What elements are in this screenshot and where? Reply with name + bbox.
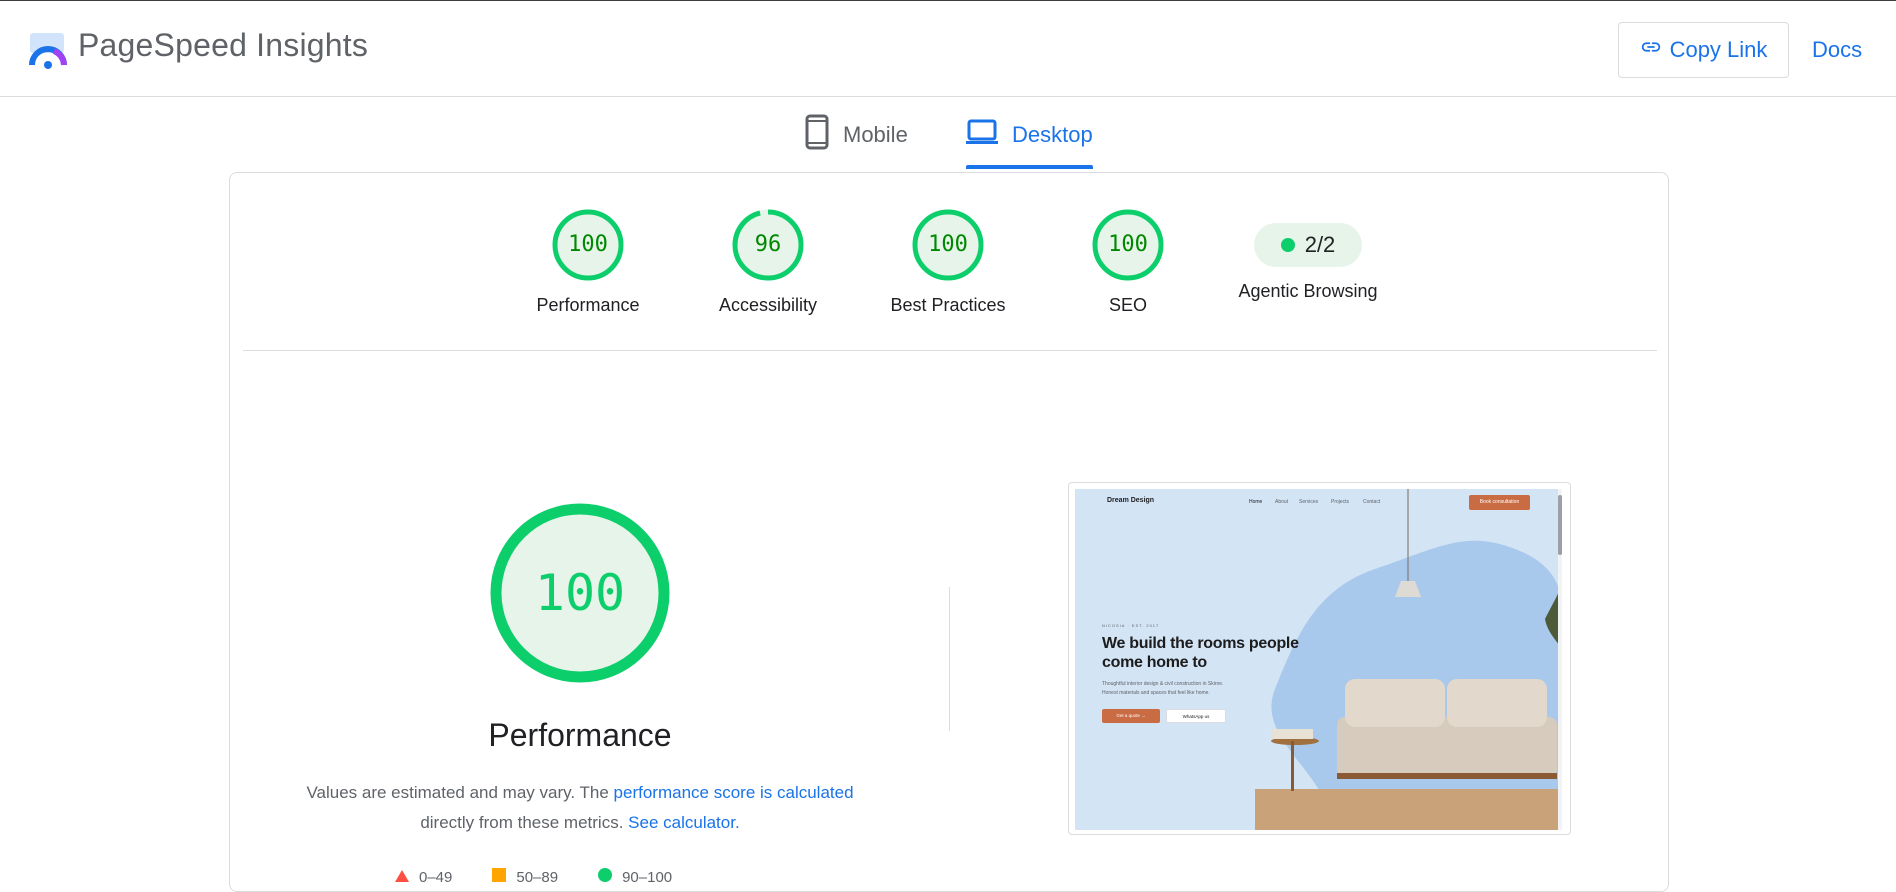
preview-scrollbar: [1558, 489, 1562, 830]
gauge-accessibility-label: Accessibility: [718, 295, 818, 315]
score-summary: 100 Performance 96 Accessibility 100 Bes…: [230, 173, 1670, 351]
app-title[interactable]: PageSpeed Insights: [78, 27, 368, 64]
preview-brand: Dream Design: [1107, 497, 1155, 504]
gauge-accessibility-value: 96: [754, 232, 782, 257]
preview-cta-button: Book consultation: [1469, 495, 1530, 510]
gauge-performance[interactable]: 100 Performance: [498, 209, 678, 316]
top-bar: PageSpeed Insights Copy Link Docs: [0, 1, 1896, 97]
agentic-label: Agentic Browsing: [1238, 281, 1378, 301]
legend-average: 50–89: [492, 868, 558, 886]
agentic-pill: 2/2: [1254, 223, 1362, 267]
legend-pass: 90–100: [598, 868, 672, 886]
preview-whatsapp-button: WhatsApp us: [1166, 709, 1226, 723]
preview-quote-button: Get a quote →: [1102, 709, 1160, 723]
gauge-agentic-browsing[interactable]: 2/2 Agentic Browsing: [1218, 209, 1398, 302]
performance-gauge-large: 100: [488, 501, 672, 685]
performance-score: 100: [534, 564, 626, 622]
preview-nav-about: About: [1275, 499, 1289, 505]
preview-headline: We build the rooms people come home to: [1102, 635, 1299, 671]
preview-nav-contact: Contact: [1363, 499, 1381, 505]
tab-desktop-label: Desktop: [1012, 122, 1093, 147]
gauge-best-practices-value: 100: [928, 232, 968, 257]
triangle-icon: [395, 869, 409, 886]
copy-link-button[interactable]: Copy Link: [1618, 22, 1789, 78]
tab-mobile[interactable]: Mobile: [805, 114, 908, 156]
desc-prefix: Values are estimated and may vary. The: [306, 783, 614, 802]
tab-desktop[interactable]: Desktop: [966, 115, 1093, 155]
pagespeed-logo-icon[interactable]: [28, 31, 68, 71]
gauge-performance-value: 100: [568, 232, 608, 257]
performance-description: Values are estimated and may vary. The p…: [270, 778, 890, 838]
smartphone-icon: [805, 114, 829, 156]
gauge-best-practices[interactable]: 100 Best Practices: [858, 209, 1038, 316]
laptop-icon: [966, 119, 998, 151]
legend-fail: 0–49: [395, 869, 452, 886]
active-tab-indicator: [966, 165, 1093, 169]
gauge-accessibility[interactable]: 96 Accessibility: [678, 209, 858, 316]
score-legend: 0–49 50–89 90–100: [395, 868, 672, 886]
legend-average-label: 50–89: [516, 868, 559, 886]
performance-title: Performance: [488, 717, 672, 753]
preview-nav-home: Home: [1249, 499, 1263, 505]
gauge-seo-value: 100: [1108, 232, 1148, 257]
copy-link-label: Copy Link: [1669, 37, 1768, 62]
score-calculated-link[interactable]: performance score is calculated: [614, 783, 854, 802]
pass-dot-icon: [1280, 238, 1295, 252]
final-screenshot[interactable]: Dream Design Home About Services Project…: [1068, 482, 1571, 835]
report-card: 100 Performance 96 Accessibility 100 Bes…: [229, 172, 1669, 892]
gauge-seo[interactable]: 100 SEO: [1038, 209, 1218, 316]
link-icon: [1640, 36, 1662, 64]
device-tabs: Mobile Desktop: [0, 97, 1896, 172]
agentic-value: 2/2: [1304, 232, 1336, 257]
gauge-best-practices-label: Best Practices: [890, 295, 1006, 315]
desc-middle: directly from these metrics.: [420, 813, 624, 832]
preview-kicker: NICOSIA · EST. 2017: [1102, 623, 1160, 628]
preview-nav-projects: Projects: [1331, 499, 1350, 505]
legend-pass-label: 90–100: [622, 868, 673, 886]
preview-subtext: Thoughtful interior design & civil const…: [1102, 681, 1224, 696]
docs-link[interactable]: Docs: [1812, 37, 1862, 63]
vertical-divider: [949, 587, 950, 731]
legend-fail-label: 0–49: [419, 868, 453, 886]
gauge-performance-label: Performance: [536, 295, 640, 315]
square-icon: [492, 868, 507, 886]
preview-nav-services: Services: [1299, 499, 1319, 505]
gauge-seo-label: SEO: [1108, 295, 1147, 315]
see-calculator-link[interactable]: See calculator.: [628, 813, 740, 832]
section-divider: [243, 350, 1657, 351]
screenshot-preview: Dream Design Home About Services Project…: [1075, 489, 1562, 830]
tab-mobile-label: Mobile: [843, 122, 908, 147]
circle-icon: [598, 868, 613, 886]
